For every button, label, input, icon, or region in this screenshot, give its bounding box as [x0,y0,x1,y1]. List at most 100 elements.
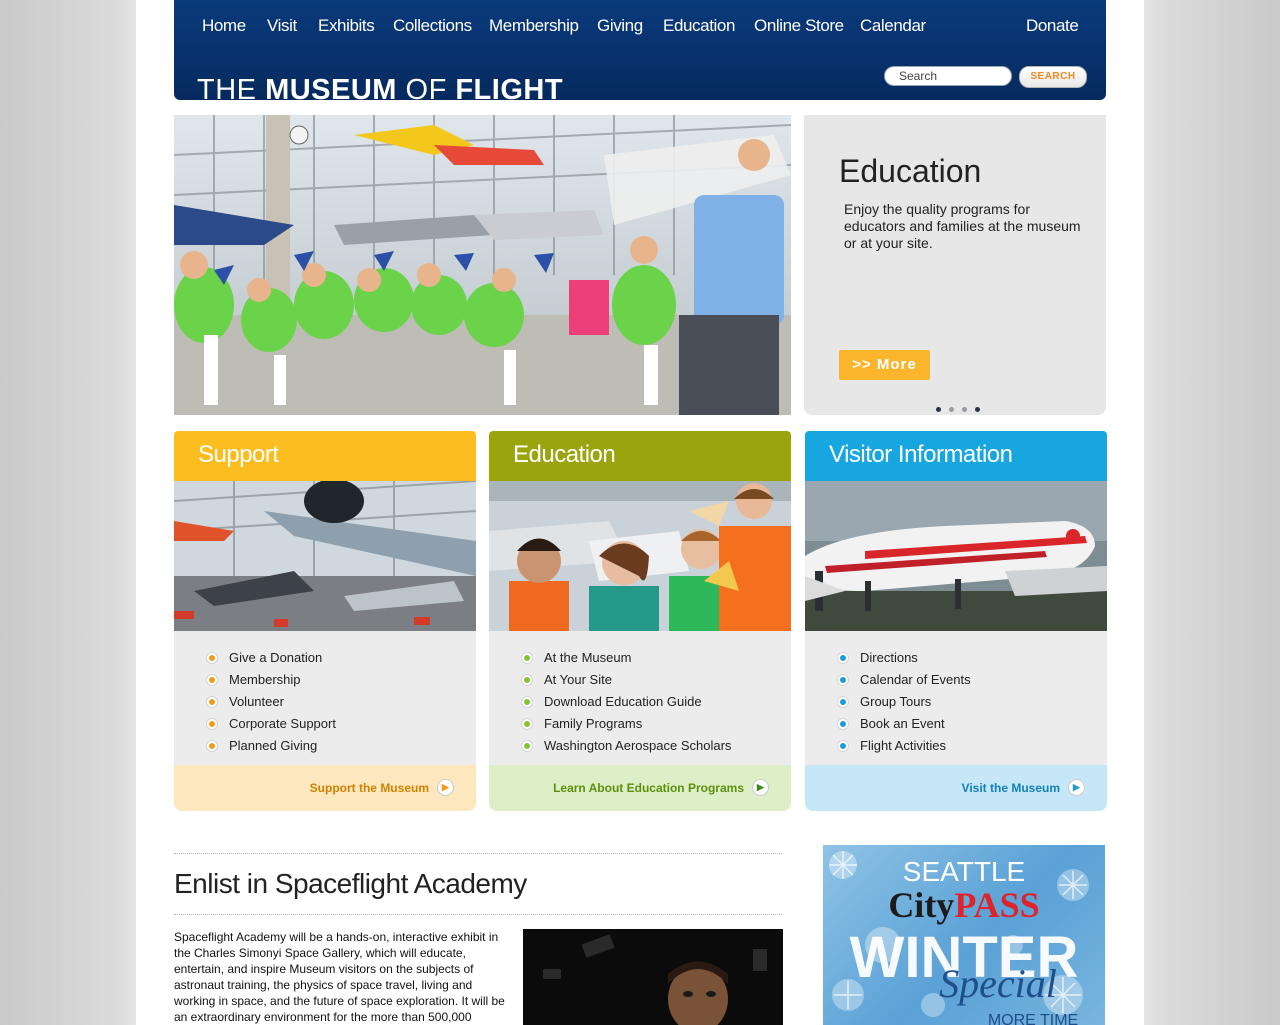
list-item[interactable]: Membership [204,669,476,691]
bullet-icon [206,652,218,664]
support-photo-hangar [174,481,476,631]
education-footer-link[interactable]: Learn About Education Programs ▶ [489,765,791,811]
list-item[interactable]: Flight Activities [835,735,1107,757]
bullet-icon [521,674,533,686]
list-item[interactable]: Directions [835,647,1107,669]
page: Home Visit Exhibits Collections Membersh… [136,0,1144,1025]
bullet-icon [206,740,218,752]
list-item[interactable]: Book an Event [835,713,1107,735]
site-header: Home Visit Exhibits Collections Membersh… [174,0,1106,100]
bullet-icon [206,718,218,730]
nav-giving[interactable]: Giving [597,16,643,36]
slide-dot-2[interactable] [949,407,954,412]
list-item[interactable]: Planned Giving [204,735,476,757]
bullet-icon [837,718,849,730]
visitor-photo-airliner [805,481,1107,631]
list-item[interactable]: Give a Donation [204,647,476,669]
logo-text-museum: MUSEUM [265,74,397,100]
education-photo-kids [489,481,791,631]
nav-exhibits[interactable]: Exhibits [318,16,375,36]
logo-text-flight: FLIGHT [455,74,564,100]
link-label: Group Tours [860,694,932,709]
support-header[interactable]: Support [174,431,476,481]
education-footer-label: Learn About Education Programs [553,781,744,795]
support-column: Support Give a Donation Membership Volun… [174,431,476,811]
bullet-icon [837,740,849,752]
link-label: Family Programs [544,716,643,731]
link-label: Corporate Support [229,716,336,731]
list-item[interactable]: Group Tours [835,691,1107,713]
list-item[interactable]: At Your Site [519,669,791,691]
bullet-icon [206,674,218,686]
link-label: Washington Aerospace Scholars [544,738,732,753]
visitor-info-image[interactable] [805,481,1107,631]
hero-description: Enjoy the quality programs for educators… [844,201,1081,251]
nav-calendar[interactable]: Calendar [860,16,926,36]
support-footer-label: Support the Museum [309,781,429,795]
ad-more-time-text: MORE TIME [988,1012,1078,1025]
link-label: Membership [229,672,301,687]
link-label: Give a Donation [229,650,323,665]
search-input[interactable] [884,66,1012,86]
slide-indicator [936,399,988,417]
slide-dot-3[interactable] [962,407,967,412]
nav-donate[interactable]: Donate [1026,16,1079,36]
visitor-info-header[interactable]: Visitor Information [805,431,1107,481]
nav-collections[interactable]: Collections [393,16,472,36]
support-link-list: Give a Donation Membership Volunteer Cor… [174,631,476,765]
bullet-icon [521,718,533,730]
support-footer-link[interactable]: Support the Museum ▶ [174,765,476,811]
link-label: Book an Event [860,716,945,731]
ad-special-text: Special [939,961,1057,1006]
main-nav: Home Visit Exhibits Collections Membersh… [174,16,1106,38]
ad-pass-word: PASS [954,885,1039,925]
hero-more-button[interactable]: >> More [839,350,930,380]
education-image[interactable] [489,481,791,631]
nav-membership[interactable]: Membership [489,16,579,36]
ad-city-word: City [888,885,954,925]
visitor-info-column: Visitor Information Directions Calendar … [805,431,1107,811]
bullet-icon [521,696,533,708]
bullet-icon [521,740,533,752]
search-button[interactable]: SEARCH [1019,66,1087,88]
list-item[interactable]: Family Programs [519,713,791,735]
list-item[interactable]: At the Museum [519,647,791,669]
education-header[interactable]: Education [489,431,791,481]
article-title[interactable]: Enlist in Spaceflight Academy [174,868,527,900]
link-label: Flight Activities [860,738,946,753]
visitor-info-footer-link[interactable]: Visit the Museum ▶ [805,765,1107,811]
ad-citypass-text: CityPASS [888,885,1039,925]
logo-text-the: THE [197,74,266,100]
divider [174,914,782,915]
hero-title: Education [839,153,982,189]
bullet-icon [837,696,849,708]
list-item[interactable]: Calendar of Events [835,669,1107,691]
list-item[interactable]: Corporate Support [204,713,476,735]
slide-dot-1[interactable] [936,407,941,412]
nav-home[interactable]: Home [202,16,246,36]
link-label: At the Museum [544,650,632,665]
article-video[interactable] [523,929,783,1025]
nav-visit[interactable]: Visit [267,16,297,36]
museum-logo[interactable]: THE MUSEUM OF FLIGHT [197,74,563,100]
citypass-ad[interactable]: SEATTLE CityPASS WINTER Special MORE TIM… [823,845,1105,1025]
hero-image[interactable] [174,115,791,415]
link-label: Directions [860,650,918,665]
logo-text-of: OF [396,74,456,100]
education-link-list: At the Museum At Your Site Download Educ… [489,631,791,765]
ad-seattle-text: SEATTLE [903,856,1025,887]
list-item[interactable]: Washington Aerospace Scholars [519,735,791,757]
list-item[interactable]: Volunteer [204,691,476,713]
bullet-icon [837,674,849,686]
hero-photo-museum-kids [174,115,791,415]
nav-education[interactable]: Education [663,16,735,36]
support-image[interactable] [174,481,476,631]
link-label: Download Education Guide [544,694,702,709]
bullet-icon [206,696,218,708]
slide-dot-4[interactable] [975,407,980,412]
nav-online-store[interactable]: Online Store [754,16,844,36]
article-body: Spaceflight Academy will be a hands-on, … [174,930,505,1024]
link-label: Volunteer [229,694,284,709]
list-item[interactable]: Download Education Guide [519,691,791,713]
link-label: Calendar of Events [860,672,971,687]
